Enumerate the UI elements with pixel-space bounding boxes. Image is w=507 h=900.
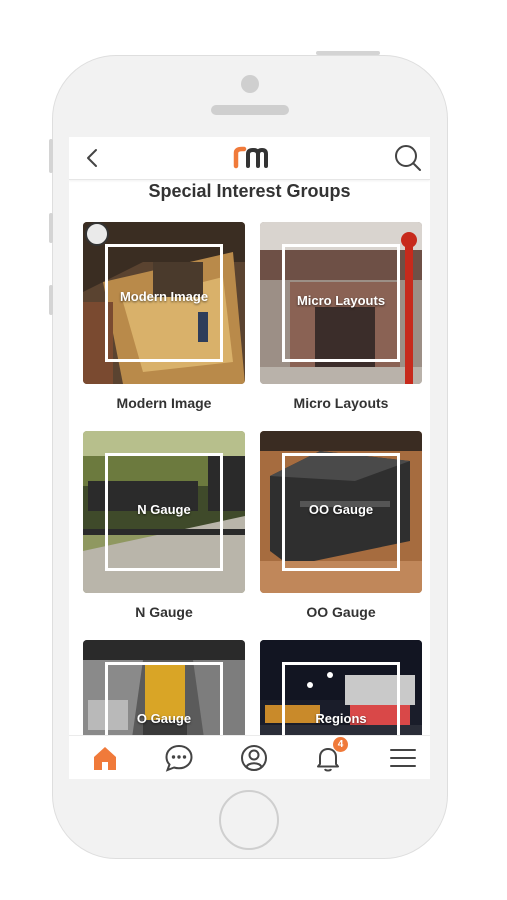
group-overlay-label: OO Gauge	[308, 502, 374, 517]
phone-side-button	[49, 285, 53, 315]
group-caption[interactable]: OO Gauge	[260, 604, 422, 620]
app-logo[interactable]	[233, 145, 269, 169]
group-overlay-label: O Gauge	[136, 711, 192, 726]
app-screen: Special Interest Groups Modern Image Mod…	[69, 137, 430, 779]
group-overlay-label: Regions	[315, 711, 367, 726]
group-overlay-label: Micro Layouts	[296, 293, 386, 308]
group-card-micro-layouts[interactable]: Micro Layouts	[260, 222, 422, 384]
menu-icon[interactable]	[387, 742, 419, 774]
profile-icon[interactable]	[238, 742, 270, 774]
phone-home-button[interactable]	[219, 790, 279, 850]
chevron-left-icon[interactable]	[77, 143, 107, 173]
group-card-n-gauge[interactable]: N Gauge	[83, 431, 245, 593]
group-caption[interactable]: N Gauge	[83, 604, 245, 620]
search-icon[interactable]	[393, 143, 423, 173]
phone-side-button	[49, 139, 53, 173]
group-caption[interactable]: Modern Image	[83, 395, 245, 411]
group-overlay-label: N Gauge	[137, 502, 191, 517]
phone-speaker	[211, 105, 289, 115]
group-card-oo-gauge[interactable]: OO Gauge	[260, 431, 422, 593]
notification-badge: 4	[333, 737, 348, 752]
top-bar	[69, 137, 430, 180]
phone-top-button	[316, 51, 380, 55]
phone-camera	[241, 75, 259, 93]
group-caption[interactable]: Micro Layouts	[260, 395, 422, 411]
group-card-modern-image[interactable]: Modern Image	[83, 222, 245, 384]
page-title: Special Interest Groups	[148, 181, 351, 201]
home-icon[interactable]	[89, 742, 121, 774]
group-overlay-label: Modern Image	[119, 289, 209, 304]
chat-icon[interactable]	[163, 742, 195, 774]
phone-side-button	[49, 213, 53, 243]
bottom-nav: 4	[69, 735, 430, 779]
